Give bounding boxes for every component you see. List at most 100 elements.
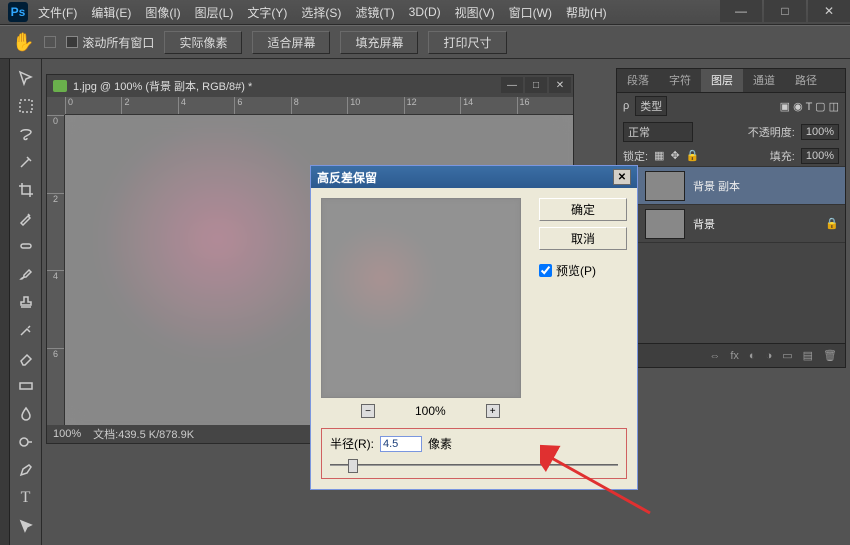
layers-list: 👁 背景 副本 👁 背景 🔒	[617, 167, 845, 343]
delete-icon[interactable]: 🗑	[823, 349, 837, 362]
magic-wand-tool[interactable]	[14, 151, 38, 173]
type-tool[interactable]: T	[14, 487, 38, 509]
window-controls: — □ ✕	[718, 0, 850, 22]
lock-position-icon[interactable]: ✥	[670, 149, 679, 162]
lasso-tool[interactable]	[14, 123, 38, 145]
actual-pixels-button[interactable]: 实际像素	[164, 31, 242, 54]
tab-layers[interactable]: 图层	[701, 69, 743, 92]
menu-image[interactable]: 图像(I)	[145, 4, 180, 21]
marquee-tool[interactable]	[14, 95, 38, 117]
menu-help[interactable]: 帮助(H)	[566, 4, 607, 21]
tab-paragraph[interactable]: 段落	[617, 69, 659, 92]
mask-icon[interactable]: ◐	[749, 350, 756, 362]
ruler-tick: 0	[47, 115, 64, 193]
lock-icon: 🔒	[825, 217, 839, 230]
blend-mode-dropdown[interactable]: 正常	[623, 122, 693, 142]
document-tab[interactable]: 1.jpg @ 100% (背景 副本, RGB/8#) *	[47, 75, 573, 97]
lock-row: 锁定: ▦ ✥ 🔒 填充: 100%	[617, 145, 845, 167]
blur-tool[interactable]	[14, 403, 38, 425]
scroll-all-windows-checkbox[interactable]: 滚动所有窗口	[66, 34, 154, 51]
menu-select[interactable]: 选择(S)	[301, 4, 341, 21]
close-button[interactable]: ✕	[808, 0, 850, 22]
tool-strip: T	[10, 59, 42, 545]
menu-filter[interactable]: 滤镜(T)	[355, 4, 394, 21]
dialog-close-button[interactable]: ✕	[613, 169, 631, 185]
kind-filter-icon: ρ	[623, 100, 629, 112]
filter-preview[interactable]	[321, 198, 521, 398]
preview-check-input[interactable]	[539, 264, 552, 277]
stamp-tool[interactable]	[14, 291, 38, 313]
high-pass-dialog: 高反差保留 ✕ − 100% + 确定 取消 预览(P) 半径(R): 像素	[310, 165, 638, 490]
zoom-percent: 100%	[415, 404, 446, 418]
document-thumb-icon	[53, 80, 67, 92]
ruler-horizontal: 0 2 4 6 8 10 12 14 16	[65, 97, 573, 115]
radius-unit: 像素	[428, 435, 452, 452]
path-select-tool[interactable]	[14, 515, 38, 537]
fill-label: 填充:	[770, 148, 795, 164]
opacity-label: 不透明度:	[748, 124, 795, 140]
opacity-value[interactable]: 100%	[801, 124, 839, 140]
layer-item-background[interactable]: 👁 背景 🔒	[617, 205, 845, 243]
adjustment-icon[interactable]: ◑	[766, 350, 773, 362]
menu-view[interactable]: 视图(V)	[455, 4, 495, 21]
dodge-tool[interactable]	[14, 431, 38, 453]
healing-tool[interactable]	[14, 235, 38, 257]
minimize-button[interactable]: —	[720, 0, 762, 22]
zoom-level[interactable]: 100%	[53, 428, 81, 440]
radius-slider[interactable]	[330, 458, 618, 472]
fill-screen-button[interactable]: 填充屏幕	[340, 31, 418, 54]
ruler-vertical: 0 2 4 6	[47, 115, 65, 425]
preview-checkbox[interactable]: 预览(P)	[539, 262, 627, 279]
doc-minimize-button[interactable]: —	[501, 77, 523, 93]
maximize-button[interactable]: □	[764, 0, 806, 22]
doc-status: 文档:439.5 K/878.9K	[93, 426, 194, 442]
layer-name: 背景	[693, 216, 715, 232]
tool-preset-dropdown[interactable]	[44, 36, 56, 48]
lock-all-icon[interactable]: 🔒	[686, 149, 700, 162]
gradient-tool[interactable]	[14, 375, 38, 397]
eraser-tool[interactable]	[14, 347, 38, 369]
pen-tool[interactable]	[14, 459, 38, 481]
history-brush-tool[interactable]	[14, 319, 38, 341]
new-layer-icon[interactable]: ▤	[803, 349, 813, 362]
menu-edit[interactable]: 编辑(E)	[91, 4, 131, 21]
link-layers-icon[interactable]: ⇔	[709, 350, 720, 362]
tab-paths[interactable]: 路径	[785, 69, 827, 92]
zoom-in-button[interactable]: +	[486, 404, 500, 418]
dialog-titlebar[interactable]: 高反差保留 ✕	[311, 166, 637, 188]
print-size-button[interactable]: 打印尺寸	[428, 31, 506, 54]
fx-icon[interactable]: fx	[730, 350, 739, 362]
menu-file[interactable]: 文件(F)	[38, 4, 77, 21]
doc-maximize-button[interactable]: □	[525, 77, 547, 93]
move-tool[interactable]	[14, 67, 38, 89]
layer-item-copy[interactable]: 👁 背景 副本	[617, 167, 845, 205]
fill-value[interactable]: 100%	[801, 148, 839, 164]
tab-character[interactable]: 字符	[659, 69, 701, 92]
ruler-tick: 6	[47, 348, 64, 426]
menu-layer[interactable]: 图层(L)	[195, 4, 234, 21]
ruler-tick: 16	[517, 97, 573, 114]
layer-name: 背景 副本	[693, 178, 740, 194]
kind-filter-dropdown[interactable]: 类型	[635, 96, 667, 116]
eyedropper-tool[interactable]	[14, 207, 38, 229]
menu-type[interactable]: 文字(Y)	[247, 4, 287, 21]
lock-pixels-icon[interactable]: ▦	[654, 149, 664, 162]
menu-3d[interactable]: 3D(D)	[409, 5, 441, 19]
zoom-out-button[interactable]: −	[361, 404, 375, 418]
scroll-all-label: 滚动所有窗口	[82, 34, 154, 51]
layer-thumb	[645, 171, 685, 201]
fit-screen-button[interactable]: 适合屏幕	[252, 31, 330, 54]
cancel-button[interactable]: 取消	[539, 227, 627, 250]
menu-window[interactable]: 窗口(W)	[509, 4, 552, 21]
tab-channels[interactable]: 通道	[743, 69, 785, 92]
ok-button[interactable]: 确定	[539, 198, 627, 221]
dialog-title: 高反差保留	[317, 169, 377, 186]
slider-thumb[interactable]	[348, 459, 358, 473]
doc-close-button[interactable]: ✕	[549, 77, 571, 93]
group-icon[interactable]: ▭	[782, 349, 792, 362]
radius-input[interactable]	[380, 436, 422, 452]
ruler-tick: 10	[347, 97, 403, 114]
ruler-tick: 4	[47, 270, 64, 348]
crop-tool[interactable]	[14, 179, 38, 201]
brush-tool[interactable]	[14, 263, 38, 285]
